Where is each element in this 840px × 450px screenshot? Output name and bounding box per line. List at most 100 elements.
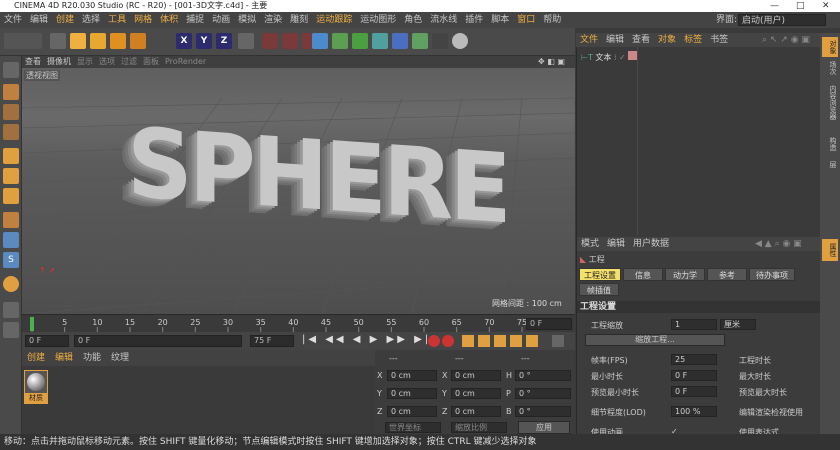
undo-redo-icon[interactable] (4, 33, 42, 49)
tab-content-browser[interactable]: 内容浏览器 (822, 85, 838, 131)
size-y-field[interactable]: 0 cm (451, 388, 501, 399)
scale-icon[interactable] (90, 33, 106, 49)
vp-menu-camera[interactable]: 摄像机 (44, 56, 74, 68)
quantize-icon[interactable] (3, 322, 19, 338)
menu-edit[interactable]: 编辑 (26, 12, 52, 28)
points-mode-icon[interactable] (3, 148, 19, 164)
obj-menu-bookmarks[interactable]: 书签 (706, 33, 732, 47)
select-icon[interactable] (50, 33, 66, 49)
end-frame[interactable]: 75 F (250, 335, 294, 347)
menu-create[interactable]: 创建 (52, 12, 78, 28)
maximize-button[interactable]: □ (796, 0, 805, 12)
mat-menu-texture[interactable]: 纹理 (106, 353, 134, 363)
tab-dynamics[interactable]: 动力学 (665, 268, 705, 281)
obj-menu-view[interactable]: 查看 (628, 33, 654, 47)
snap-icon[interactable]: S (3, 252, 19, 268)
menu-animate[interactable]: 动画 (208, 12, 234, 28)
menu-select[interactable]: 选择 (78, 12, 104, 28)
obj-menu-objects[interactable]: 对象 (654, 33, 680, 47)
edges-mode-icon[interactable] (3, 168, 19, 184)
tab-info[interactable]: 信息 (623, 268, 663, 281)
vp-menu-display[interactable]: 显示 (74, 56, 96, 68)
menu-mesh[interactable]: 网格 (130, 12, 156, 28)
tab-project-settings[interactable]: 工程设置 (579, 268, 621, 281)
project-unit-select[interactable]: 厘米 (720, 319, 756, 330)
rot-p-field[interactable]: 0 ° (515, 388, 571, 399)
rot-h-field[interactable]: 0 ° (515, 370, 571, 381)
viewport[interactable]: 透视视图 SPHERE ↑ ↗ 网格间距 : 100 cm (22, 68, 575, 314)
workplane-icon[interactable] (3, 124, 19, 140)
axis-mode-icon[interactable] (3, 212, 19, 228)
tab-todo[interactable]: 待办事项 (749, 268, 795, 281)
subdivision-icon[interactable] (352, 33, 368, 49)
obj-nav-icons[interactable]: ⌕ ↖ ↗ ◉ ▣ (758, 33, 814, 47)
attr-menu-userdata[interactable]: 用户数据 (629, 239, 673, 249)
attr-nav-icons[interactable]: ◀ ▲ ⌕ ◉ ▣ (755, 237, 802, 251)
polygons-mode-icon[interactable] (3, 188, 19, 204)
tab-attributes[interactable]: 属性 (822, 239, 838, 261)
key-pla-icon[interactable] (526, 335, 538, 347)
menu-volume[interactable]: 体积 (156, 12, 182, 28)
menu-snap[interactable]: 捕捉 (182, 12, 208, 28)
pen-icon[interactable] (332, 33, 348, 49)
menu-plugins[interactable]: 插件 (461, 12, 487, 28)
size-x-field[interactable]: 0 cm (451, 370, 501, 381)
planar-workplane-icon[interactable] (3, 302, 19, 318)
menu-script[interactable]: 脚本 (487, 12, 513, 28)
project-scale-field[interactable]: 1 (671, 319, 717, 330)
coord-mode-select[interactable]: 世界坐标 (385, 422, 441, 433)
viewport-nav-icon[interactable]: ✥ ◧ ▣ (535, 56, 568, 68)
move-icon[interactable] (70, 33, 86, 49)
menu-simulate[interactable]: 模拟 (234, 12, 260, 28)
close-button[interactable]: ✕ (822, 0, 830, 12)
tab-takes[interactable]: 场次 (822, 61, 838, 79)
coordinate-system-icon[interactable] (238, 33, 254, 49)
menu-motion-tracker[interactable]: 运动跟踪 (312, 12, 356, 28)
y-axis-icon[interactable]: Y (196, 33, 212, 49)
min-time-field[interactable]: 0 F (671, 370, 717, 381)
layout-select[interactable]: 启动(用户) (738, 14, 826, 26)
menu-sculpt[interactable]: 雕刻 (286, 12, 312, 28)
tab-objects[interactable]: 对象 (822, 37, 838, 57)
obj-menu-tags[interactable]: 标签 (680, 33, 706, 47)
obj-menu-edit[interactable]: 编辑 (602, 33, 628, 47)
mat-menu-edit[interactable]: 编辑 (50, 353, 78, 363)
auto-key-icon[interactable] (442, 335, 454, 347)
material-swatch[interactable]: 材质 (24, 370, 48, 404)
minimize-button[interactable]: — (770, 0, 779, 12)
deformer-icon[interactable] (392, 33, 408, 49)
size-mode-select[interactable]: 缩放比例 (451, 422, 507, 433)
visibility-icon[interactable]: ⁞ ✓ (614, 53, 626, 62)
obj-menu-file[interactable]: 文件 (576, 33, 602, 47)
menu-pipeline[interactable]: 流水线 (426, 12, 461, 28)
cloner-icon[interactable] (372, 33, 388, 49)
vp-menu-view[interactable]: 查看 (22, 56, 44, 68)
lod-field[interactable]: 100 % (671, 406, 717, 417)
model-mode-icon[interactable] (3, 84, 19, 100)
menu-help[interactable]: 帮助 (539, 12, 565, 28)
current-frame[interactable]: 0 F (526, 318, 572, 330)
mat-menu-create[interactable]: 创建 (22, 353, 50, 363)
vp-menu-filter[interactable]: 过滤 (118, 56, 140, 68)
light-icon[interactable] (452, 33, 468, 49)
vp-menu-prorender[interactable]: ProRender (162, 56, 209, 68)
menu-render[interactable]: 渲染 (260, 12, 286, 28)
menu-character[interactable]: 角色 (400, 12, 426, 28)
pos-y-field[interactable]: 0 cm (387, 388, 437, 399)
record-icon[interactable] (428, 335, 440, 347)
key-param-icon[interactable] (510, 335, 522, 347)
key-move-icon[interactable] (462, 335, 474, 347)
rot-b-field[interactable]: 0 ° (515, 406, 571, 417)
attr-menu-edit[interactable]: 编辑 (603, 239, 629, 249)
key-rotate-icon[interactable] (494, 335, 506, 347)
tweak-mode-icon[interactable] (3, 232, 19, 248)
camera-icon[interactable] (432, 33, 448, 49)
scale-project-button[interactable]: 缩放工程... (585, 334, 725, 346)
texture-mode-icon[interactable] (3, 104, 19, 120)
render-picture-viewer-icon[interactable] (282, 33, 298, 49)
object-item-text[interactable]: ⊢T 文本 ⁞ ✓ (581, 51, 638, 63)
menu-tools[interactable]: 工具 (104, 12, 130, 28)
environment-icon[interactable] (412, 33, 428, 49)
mat-menu-function[interactable]: 功能 (78, 353, 106, 363)
timeline-window-icon[interactable] (552, 335, 564, 347)
